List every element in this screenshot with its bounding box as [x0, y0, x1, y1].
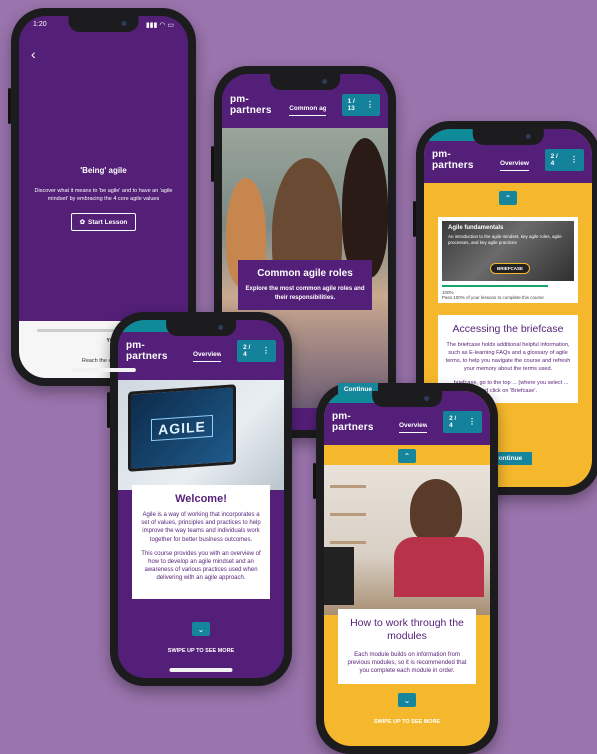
chevron-down-icon[interactable]: ⌄ [398, 693, 416, 707]
tab-current-lesson[interactable]: Common ag... [289, 105, 326, 116]
page-indicator[interactable]: 2 / 4 ⋮ [544, 149, 584, 171]
page-count: 2 / 4 [550, 153, 558, 167]
more-vertical-icon: ⋮ [468, 417, 477, 426]
lesson-title: 'Being' agile [80, 166, 127, 175]
card-subtitle: Explore the most common agile roles and … [245, 286, 365, 301]
more-vertical-icon: ⋮ [570, 155, 578, 164]
briefcase-highlight: BRIEFCASE [490, 263, 531, 274]
agile-word: AGILE [151, 414, 213, 442]
card-title: Welcome! [175, 493, 227, 505]
course-title: Agile fundamentals [448, 225, 504, 231]
studying-photo [324, 465, 490, 615]
page-count: 2 / 4 [243, 344, 251, 358]
course-description: An introduction to the agile mindset, ke… [448, 234, 562, 245]
course-progress-bar [442, 285, 548, 287]
more-vertical-icon: ⋮ [366, 100, 374, 109]
course-thumbnail: Agile fundamentals An introduction to th… [438, 217, 578, 303]
screen: pm-partners Overview 2 / 4 ⋮ ⌃ How to wo… [324, 391, 490, 746]
tab-overview[interactable]: Overview [192, 351, 222, 362]
card-title: Accessing the briefcase [452, 323, 564, 335]
page-count: 2 / 4 [449, 415, 457, 429]
photo-person-right [342, 138, 388, 278]
photo-person-head [410, 479, 462, 543]
status-icons: ▮▮▮ ◠ ▭ [145, 22, 174, 29]
status-time: 1:20 [33, 21, 47, 28]
brand-logo: pm-partners [230, 94, 272, 116]
card-text: The briefcase holds additional helpful i… [445, 342, 571, 372]
start-lesson-label: Start Lesson [88, 218, 128, 226]
photo-person-shirt [394, 537, 484, 597]
notch [270, 74, 340, 90]
brand-logo: pm-partners [332, 411, 374, 433]
home-indicator [169, 668, 233, 672]
tab-overview[interactable]: Overview [398, 422, 428, 433]
card-text: Agile is a way of working that incorpora… [141, 512, 261, 543]
more-vertical-icon: ⋮ [262, 346, 271, 355]
course-banner: Agile fundamentals An introduction to th… [442, 221, 574, 281]
chevron-up-icon[interactable]: ⌃ [398, 449, 416, 463]
page-count: 1 / 13 [347, 98, 355, 112]
back-chevron-icon[interactable]: ‹ [31, 46, 36, 62]
tab-overview[interactable]: Overview [499, 160, 529, 171]
notch [166, 320, 236, 336]
photo-shelf [330, 541, 366, 544]
page-indicator[interactable]: 2 / 4 ⋮ [237, 340, 277, 362]
swipe-hint: SWIPE UP TO SEE MORE [167, 648, 235, 654]
phone-welcome: pm-partners Overview 2 / 4 ⋮ AGILE Welco… [107, 312, 292, 686]
brand-logo: pm-partners [432, 149, 474, 171]
tablet-graphic: AGILE [128, 384, 236, 472]
screen: pm-partners Overview 2 / 4 ⋮ AGILE Welco… [118, 320, 284, 678]
page-indicator[interactable]: 2 / 4 ⋮ [443, 411, 483, 433]
photo-shelf [330, 513, 366, 516]
home-indicator [71, 368, 136, 372]
lesson-description: Discover what it means to 'be agile' and… [34, 188, 173, 202]
pass-requirement: Pass 100% of your lessons to complete th… [442, 295, 544, 300]
swipe-hint: SWIPE UP TO SEE MORE [373, 719, 441, 725]
brand-logo: pm-partners [126, 340, 168, 362]
photo-monitor [324, 547, 354, 605]
modules-card: How to work through the modules Each mod… [338, 609, 476, 684]
agile-tablet-image: AGILE [118, 380, 284, 490]
card-text: Each module builds on information from p… [347, 652, 467, 675]
start-lesson-button[interactable]: ✿ Start Lesson [70, 213, 137, 231]
phone-how-to-work: pm-partners Overview 2 / 4 ⋮ ⌃ How to wo… [313, 383, 498, 754]
notch [372, 391, 442, 407]
status-bar: 1:20 ▮▮▮ ◠ ▭ [33, 21, 174, 29]
lesson-intro: 'Being' agile Discover what it means to … [19, 166, 188, 231]
chevron-down-icon[interactable]: ⌄ [192, 622, 210, 636]
card-text-secondary: This course provides you with an overvie… [141, 550, 261, 582]
photo-shelf [330, 485, 366, 488]
chevron-up-icon[interactable]: ⌃ [499, 191, 517, 205]
lesson-card: Common agile roles Explore the most comm… [238, 260, 372, 310]
card-title: How to work through the modules [350, 617, 464, 642]
card-title: Common agile roles [257, 268, 353, 279]
welcome-card: Welcome! Agile is a way of working that … [132, 485, 270, 599]
page-indicator[interactable]: 1 / 13 ⋮ [341, 94, 380, 116]
gear-icon: ✿ [79, 219, 86, 226]
notch [472, 129, 544, 145]
